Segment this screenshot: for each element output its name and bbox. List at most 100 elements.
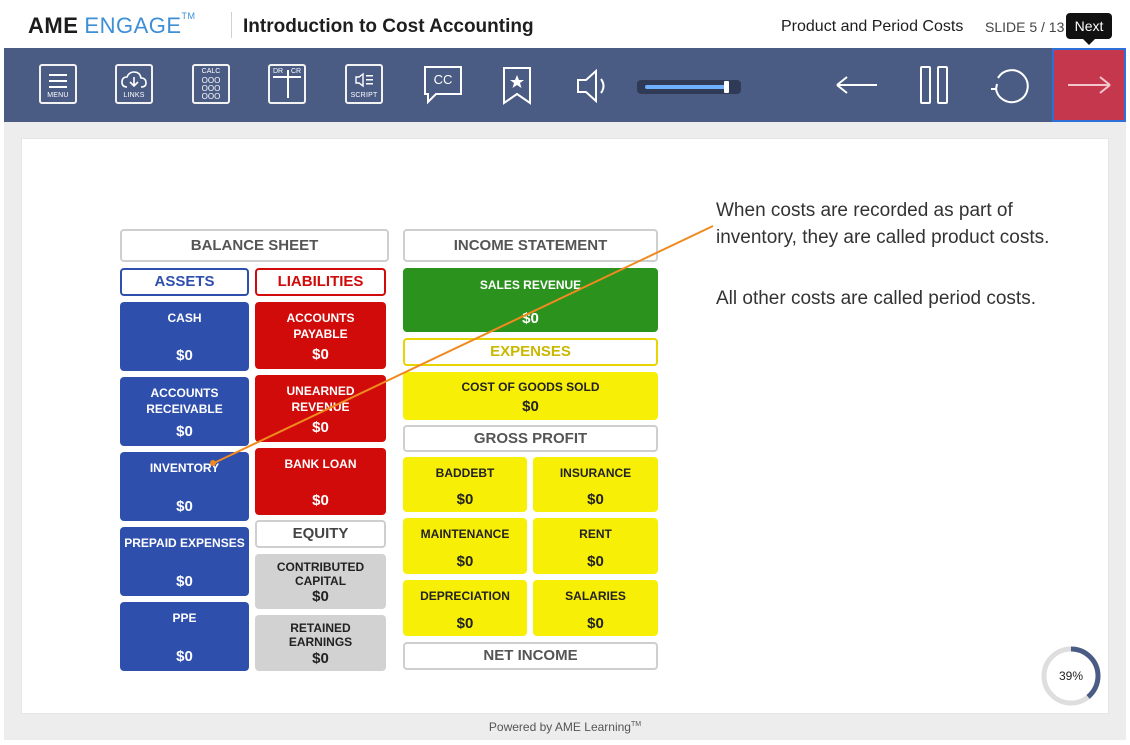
account-label: COST OF GOODS SOLD [461, 380, 600, 394]
account-value: $0 [456, 553, 474, 570]
volume-slider-fill [645, 85, 726, 89]
account-maintenance[interactable]: MAINTENANCE $0 [403, 518, 527, 574]
account-label: RENT [579, 527, 612, 541]
account-label: CONTRIBUTED CAPITAL [276, 560, 365, 588]
course-title: Introduction to Cost Accounting [243, 16, 534, 37]
progress-indicator: 39% [1040, 645, 1102, 707]
account-value: $0 [456, 491, 474, 508]
next-button[interactable] [1052, 48, 1126, 122]
bookmark-button[interactable] [501, 66, 533, 106]
account-label: DEPRECIATION [420, 589, 510, 603]
account-value: $0 [312, 346, 329, 363]
account-depreciation[interactable]: DEPRECIATION $0 [403, 580, 527, 636]
links-button[interactable]: LINKS [115, 64, 153, 104]
account-label: MAINTENANCE [420, 527, 510, 541]
powered-trademark: TM [630, 721, 642, 728]
calc-keys-row-3: OOO [201, 92, 221, 101]
menu-label: MENU [47, 92, 69, 99]
expenses-header: EXPENSES [403, 338, 658, 366]
volume-slider-handle[interactable] [724, 81, 729, 93]
links-label: LINKS [123, 92, 145, 99]
account-baddebt[interactable]: BADDEBT $0 [403, 457, 527, 512]
logo-ame: AME [28, 13, 79, 38]
dr-label: DR [273, 68, 284, 75]
equity-header: EQUITY [255, 520, 386, 548]
account-value: $0 [312, 419, 329, 436]
account-label: PPE [172, 611, 197, 625]
account-retained-earnings[interactable]: RETAINED EARNINGS $0 [255, 615, 386, 671]
account-label: SALARIES [565, 589, 626, 603]
bookmark-star-icon [503, 67, 531, 105]
account-value: $0 [587, 491, 604, 508]
volume-slider[interactable] [637, 80, 741, 94]
calc-label: CALC [201, 68, 221, 75]
page: AME ENGAGETM Introduction to Cost Account… [0, 0, 1130, 745]
account-label: RETAINED EARNINGS [288, 621, 353, 649]
cc-label: CC [433, 72, 453, 87]
title-divider [231, 12, 232, 38]
account-label: CASH [167, 311, 202, 325]
account-label: ACCOUNTS PAYABLE [286, 311, 355, 341]
account-accounts-receivable[interactable]: ACCOUNTS RECEIVABLE $0 [120, 377, 249, 446]
account-insurance[interactable]: INSURANCE $0 [533, 457, 658, 512]
arrow-left-icon [836, 76, 877, 94]
closed-captions-button[interactable]: CC [422, 64, 464, 106]
pause-button[interactable] [918, 65, 950, 105]
t-account-divider [287, 70, 289, 98]
account-inventory[interactable]: INVENTORY $0 [120, 452, 249, 521]
liabilities-header: LIABILITIES [255, 268, 386, 296]
assets-header: ASSETS [120, 268, 249, 296]
account-unearned-revenue[interactable]: UNEARNED REVENUE $0 [255, 375, 386, 442]
account-cash[interactable]: CASH $0 [120, 302, 249, 371]
account-label: BANK LOAN [284, 457, 357, 471]
cloud-download-icon [121, 71, 147, 88]
account-value: $0 [176, 347, 193, 364]
account-value: $0 [522, 398, 539, 415]
account-value: $0 [176, 573, 193, 590]
script-button[interactable]: SCRIPT [345, 64, 383, 104]
account-label: BADDEBT [435, 466, 495, 480]
top-bar: AME ENGAGETM Introduction to Cost Account… [0, 0, 1130, 50]
account-accounts-payable[interactable]: ACCOUNTS PAYABLE $0 [255, 302, 386, 369]
account-cost-of-goods-sold[interactable]: COST OF GOODS SOLD $0 [403, 372, 658, 420]
calculator-keys-icon: OOO OOO OOO [194, 77, 228, 101]
footer-powered-by: Powered by AME LearningTM [0, 720, 1130, 734]
account-value: $0 [312, 650, 329, 667]
account-sales-revenue[interactable]: SALES REVENUE $0 [403, 268, 658, 332]
calculator-button[interactable]: CALC OOO OOO OOO [192, 64, 230, 104]
account-value: $0 [587, 553, 604, 570]
account-label: ACCOUNTS RECEIVABLE [146, 386, 223, 416]
account-value: $0 [456, 615, 474, 632]
progress-label: 39% [1058, 669, 1084, 683]
account-label: UNEARNED REVENUE [286, 384, 355, 414]
account-prepaid-expenses[interactable]: PREPAID EXPENSES $0 [120, 527, 249, 596]
arrow-right-icon [1068, 76, 1111, 94]
replay-button[interactable] [988, 65, 1032, 105]
account-rent[interactable]: RENT $0 [533, 518, 658, 574]
script-label: SCRIPT [350, 92, 378, 99]
replay-icon [991, 69, 1029, 104]
volume-button[interactable] [575, 68, 611, 104]
account-label: INSURANCE [559, 466, 632, 480]
previous-button[interactable] [834, 70, 880, 100]
gross-profit-header: GROSS PROFIT [403, 425, 658, 452]
menu-button[interactable]: MENU [39, 64, 77, 104]
account-value: $0 [312, 588, 329, 605]
account-bank-loan[interactable]: BANK LOAN $0 [255, 448, 386, 515]
account-value: $0 [176, 423, 193, 440]
debit-credit-button[interactable]: DR CR [268, 64, 306, 104]
next-tooltip: Next [1066, 13, 1112, 45]
app-logo: AME ENGAGETM [28, 11, 196, 39]
pause-icon [920, 66, 948, 104]
note-line-1: When costs are recorded as part of [716, 200, 1013, 221]
account-value: $0 [176, 498, 193, 515]
powered-text: Powered by AME Learning [488, 720, 631, 734]
account-ppe[interactable]: PPE $0 [120, 602, 249, 671]
account-salaries[interactable]: SALARIES $0 [533, 580, 658, 636]
account-label: SALES REVENUE [479, 278, 582, 292]
net-income-header: NET INCOME [403, 642, 658, 670]
account-contributed-capital[interactable]: CONTRIBUTED CAPITAL $0 [255, 554, 386, 609]
logo-trademark: TM [181, 11, 196, 21]
note-line-3: All other costs are called period costs. [716, 288, 1036, 309]
slide-counter: SLIDE 5 / 13 [985, 19, 1065, 35]
